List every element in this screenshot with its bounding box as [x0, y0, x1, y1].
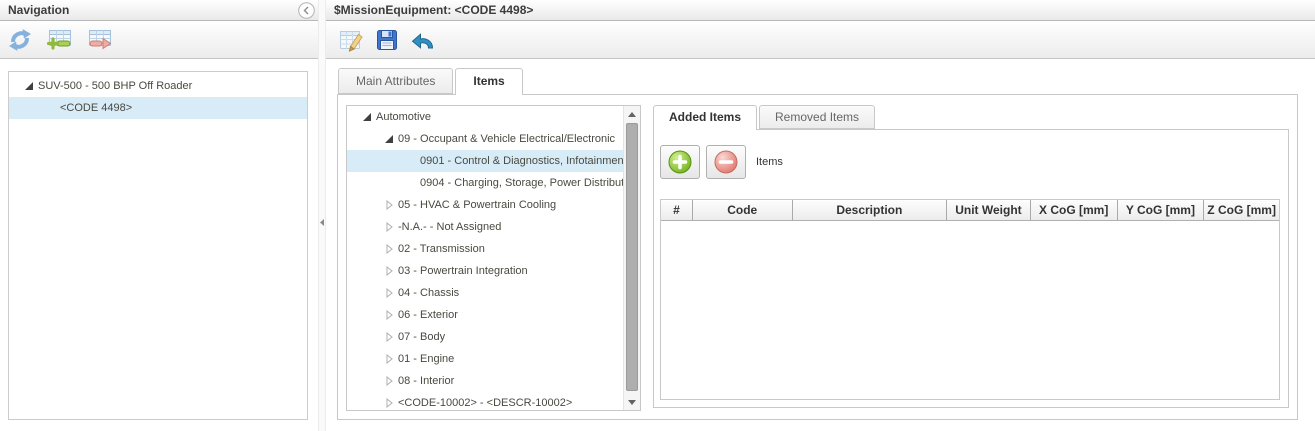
- column-header-description[interactable]: Description: [793, 200, 948, 220]
- tree-node-label: 06 - Exterior: [396, 309, 458, 321]
- navigation-header: Navigation: [0, 0, 318, 21]
- column-header-code[interactable]: Code: [693, 200, 793, 220]
- expand-arrow-icon[interactable]: [381, 310, 396, 320]
- scroll-up-icon[interactable]: [624, 106, 640, 122]
- refresh-button[interactable]: [5, 25, 35, 55]
- tree-node-03-powertrain-integration[interactable]: 03 - Powertrain Integration: [347, 260, 623, 282]
- items-table-body: [661, 221, 1279, 399]
- items-table-header: #CodeDescriptionUnit WeightX CoG [mm]Y C…: [661, 200, 1279, 221]
- column-header-x-cog-mm[interactable]: X CoG [mm]: [1031, 200, 1118, 220]
- table-add-icon: [47, 27, 73, 53]
- chevron-left-circle-icon[interactable]: [298, 2, 315, 19]
- column-header-[interactable]: #: [661, 200, 693, 220]
- expand-arrow-icon[interactable]: [381, 222, 396, 232]
- tree-node-08-interior[interactable]: 08 - Interior: [347, 370, 623, 392]
- expand-arrow-icon[interactable]: [381, 354, 396, 364]
- mission-equipment-panel: $MissionEquipment: <CODE 4498>: [326, 0, 1315, 431]
- tree-node-label: 0904 - Charging, Storage, Power Distribu…: [418, 177, 639, 189]
- items-tabs: Added Items Removed Items: [653, 105, 877, 130]
- tree-node-label: 08 - Interior: [396, 375, 454, 387]
- items-table: #CodeDescriptionUnit WeightX CoG [mm]Y C…: [660, 199, 1280, 400]
- column-header-y-cog-mm[interactable]: Y CoG [mm]: [1118, 200, 1205, 220]
- added-items-content: Items #CodeDescriptionUnit WeightX CoG […: [653, 129, 1289, 408]
- tree-node-09-occupant-vehicle-electrical-electronic[interactable]: 09 - Occupant & Vehicle Electrical/Elect…: [347, 128, 623, 150]
- mission-equipment-header: $MissionEquipment: <CODE 4498>: [326, 0, 1315, 21]
- column-header-z-cog-mm[interactable]: Z CoG [mm]: [1204, 200, 1279, 220]
- tab-added-items[interactable]: Added Items: [653, 105, 757, 130]
- save-button[interactable]: [372, 25, 402, 55]
- tree-node-label: 04 - Chassis: [396, 287, 459, 299]
- tree-node-label: <CODE 4498>: [58, 102, 132, 114]
- tree-node-n-a-not-assigned[interactable]: -N.A.- - Not Assigned: [347, 216, 623, 238]
- tree-node-code-10002-descr-10002[interactable]: <CODE-10002> - <DESCR-10002>: [347, 392, 623, 411]
- tree-node-label: Automotive: [374, 111, 431, 123]
- tree-node-02-transmission[interactable]: 02 - Transmission: [347, 238, 623, 260]
- collapse-arrow-icon[interactable]: [359, 112, 374, 122]
- tree-node-01-engine[interactable]: 01 - Engine: [347, 348, 623, 370]
- tree-node-suv-500-500-bhp-off-roader[interactable]: SUV-500 - 500 BHP Off Roader: [9, 75, 307, 97]
- expand-arrow-icon[interactable]: [381, 200, 396, 210]
- expand-arrow-icon[interactable]: [381, 288, 396, 298]
- items-tab-content: Automotive 09 - Occupant & Vehicle Electr…: [337, 94, 1298, 420]
- scroll-down-icon[interactable]: [624, 394, 640, 410]
- panel-divider[interactable]: [318, 0, 326, 431]
- category-tree-box: Automotive 09 - Occupant & Vehicle Electr…: [346, 105, 641, 411]
- category-tree-scrollbar[interactable]: [623, 106, 640, 410]
- editor-tabs: Main Attributes Items: [338, 68, 525, 95]
- navigation-tree: SUV-500 - 500 BHP Off Roader <CODE 4498>: [8, 71, 308, 420]
- table-edit-icon: [338, 27, 364, 53]
- expand-arrow-icon[interactable]: [381, 398, 396, 408]
- navigation-panel: Navigation: [0, 0, 318, 431]
- mission-equipment-toolbar: [326, 22, 1315, 59]
- minus-circle-icon: [713, 149, 739, 175]
- tab-main-attributes[interactable]: Main Attributes: [338, 68, 453, 94]
- expand-arrow-icon[interactable]: [381, 376, 396, 386]
- tree-node-label: 05 - HVAC & Powertrain Cooling: [396, 199, 556, 211]
- tree-node-0901-control-diagnostics-infotainment[interactable]: 0901 - Control & Diagnostics, Infotainme…: [347, 150, 623, 172]
- remove-from-table-button[interactable]: [85, 25, 115, 55]
- tree-node-label: 0901 - Control & Diagnostics, Infotainme…: [418, 155, 627, 167]
- tree-node-automotive[interactable]: Automotive: [347, 106, 623, 128]
- collapse-arrow-icon[interactable]: [21, 81, 36, 91]
- navigation-toolbar: [0, 22, 318, 59]
- mission-equipment-title: $MissionEquipment: <CODE 4498>: [326, 3, 533, 17]
- remove-item-button[interactable]: [706, 145, 746, 179]
- tree-node-label: 07 - Body: [396, 331, 445, 343]
- collapse-arrow-icon[interactable]: [381, 134, 396, 144]
- tree-node-label: <CODE-10002> - <DESCR-10002>: [396, 397, 572, 409]
- tree-node-04-chassis[interactable]: 04 - Chassis: [347, 282, 623, 304]
- collapse-handle-icon[interactable]: [319, 210, 325, 234]
- edit-button[interactable]: [336, 25, 366, 55]
- add-item-button[interactable]: [660, 145, 700, 179]
- expand-arrow-icon[interactable]: [381, 244, 396, 254]
- expand-arrow-icon[interactable]: [381, 266, 396, 276]
- tree-node-label: SUV-500 - 500 BHP Off Roader: [36, 80, 192, 92]
- add-to-table-button[interactable]: [45, 25, 75, 55]
- tree-node-06-exterior[interactable]: 06 - Exterior: [347, 304, 623, 326]
- expand-arrow-icon[interactable]: [381, 332, 396, 342]
- items-panel: Added Items Removed Items: [653, 105, 1289, 408]
- tree-node-0904-charging-storage-power-distribution[interactable]: 0904 - Charging, Storage, Power Distribu…: [347, 172, 623, 194]
- undo-icon: [410, 27, 436, 53]
- tree-node-05-hvac-powertrain-cooling[interactable]: 05 - HVAC & Powertrain Cooling: [347, 194, 623, 216]
- undo-button[interactable]: [408, 25, 438, 55]
- tree-node-label: 03 - Powertrain Integration: [396, 265, 528, 277]
- items-buttons-label: Items: [756, 156, 783, 168]
- tree-node-label: 09 - Occupant & Vehicle Electrical/Elect…: [396, 133, 615, 145]
- navigation-title: Navigation: [0, 3, 69, 17]
- tree-node-label: -N.A.- - Not Assigned: [396, 221, 501, 233]
- category-tree: Automotive 09 - Occupant & Vehicle Electr…: [347, 106, 623, 410]
- column-header-unit-weight[interactable]: Unit Weight: [947, 200, 1031, 220]
- save-icon: [374, 27, 400, 53]
- tree-node-label: 02 - Transmission: [396, 243, 485, 255]
- scrollbar-thumb[interactable]: [626, 123, 638, 391]
- tree-node-label: 01 - Engine: [396, 353, 454, 365]
- tab-removed-items[interactable]: Removed Items: [759, 105, 875, 129]
- table-remove-icon: [87, 27, 113, 53]
- plus-circle-icon: [667, 149, 693, 175]
- tree-node-07-body[interactable]: 07 - Body: [347, 326, 623, 348]
- tree-node-code-4498[interactable]: <CODE 4498>: [9, 97, 307, 119]
- refresh-icon: [7, 27, 33, 53]
- tab-items[interactable]: Items: [455, 68, 522, 95]
